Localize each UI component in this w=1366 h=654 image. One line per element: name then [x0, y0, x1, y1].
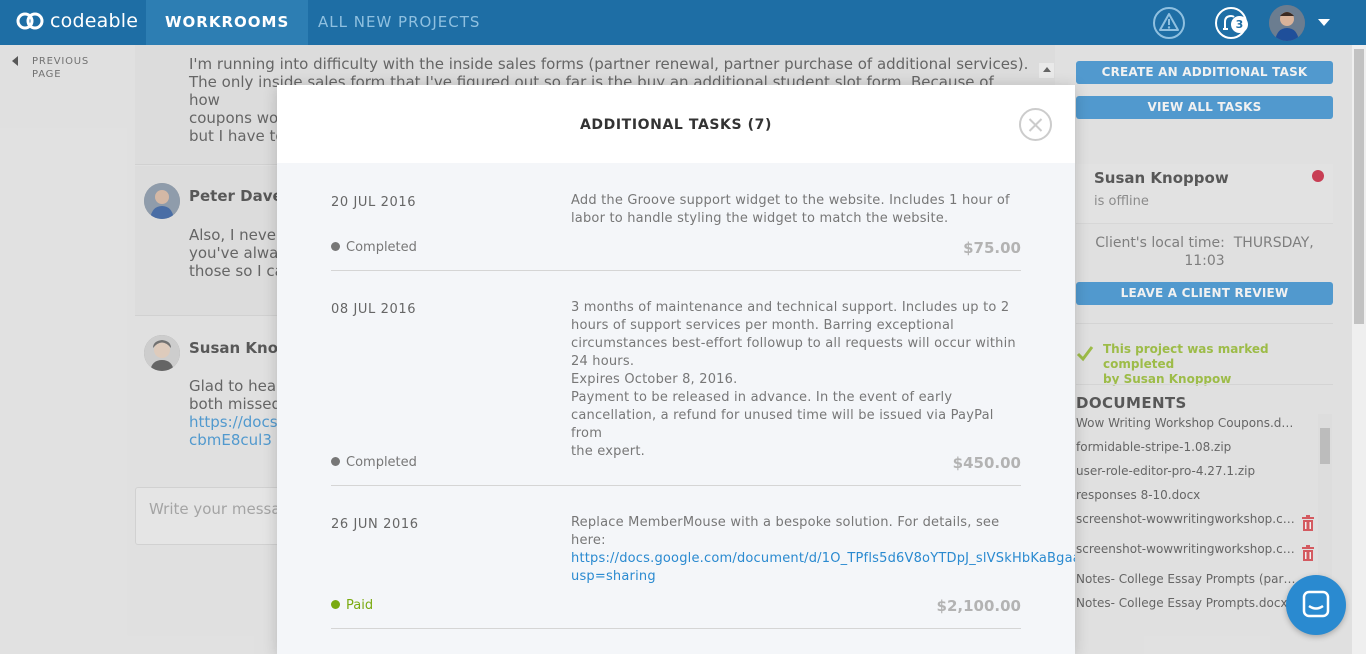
user-menu-chevron-down-icon[interactable] [1318, 19, 1330, 26]
task-description-line: Payment to be released in advance. In th… [571, 390, 953, 405]
modal-title: ADDITIONAL TASKS (7) [579, 117, 773, 133]
task-description-line: cancellation, a refund for unused time w… [571, 408, 994, 441]
notifications-button[interactable]: 3 [1214, 6, 1250, 40]
user-avatar-image [1269, 5, 1305, 41]
tab-workrooms[interactable]: WORKROOMS [146, 0, 309, 45]
task-description-line: Add the Groove support widget to the web… [571, 193, 1010, 208]
task-separator [331, 270, 1021, 271]
task-description-line: circumstances best-effort followup to al… [571, 336, 1016, 351]
chat-icon [1302, 590, 1330, 618]
task-status-label: Paid [346, 598, 374, 613]
modal-header: ADDITIONAL TASKS (7) [277, 85, 1075, 163]
task-price: $450.00 [952, 454, 1021, 472]
task-description-line: here: [571, 533, 606, 548]
task-description-line: 24 hours. [571, 354, 635, 369]
task-date: 08 JUL 2016 [331, 302, 417, 317]
codeable-logo[interactable]: codeable [16, 10, 138, 32]
alert-button[interactable] [1152, 7, 1186, 39]
additional-tasks-modal: ADDITIONAL TASKS (7) 20 JUL 2016 Add the… [277, 85, 1075, 654]
page-scroll-thumb[interactable] [1354, 49, 1364, 324]
codeable-logo-icon [16, 12, 44, 30]
warning-icon [1153, 7, 1185, 39]
page-scrollbar[interactable] [1352, 45, 1366, 654]
task-description: 3 months of maintenance and technical su… [571, 299, 1021, 461]
task-link[interactable]: https://docs.google.com/document/d/1O_TP… [571, 551, 1075, 566]
task-description: Add the Groove support widget to the web… [571, 192, 1021, 228]
support-chat-button[interactable] [1286, 575, 1346, 635]
close-icon[interactable] [1019, 108, 1052, 141]
task-description-line: hours of support services per month. Bar… [571, 318, 954, 333]
notification-count-badge: 3 [1231, 16, 1248, 33]
task-description-line: 3 months of maintenance and technical su… [571, 300, 1010, 315]
task-status: Paid [331, 598, 373, 613]
status-dot [331, 600, 340, 609]
task-description-line: Replace MemberMouse with a bespoke solut… [571, 515, 1000, 530]
user-avatar[interactable] [1269, 5, 1305, 41]
task-description-line: Expires October 8, 2016. [571, 372, 738, 387]
task-status-label: Completed [346, 240, 417, 255]
top-navigation-bar: codeable WORKROOMS ALL NEW PROJECTS 3 [0, 0, 1366, 45]
task-description-line: labor to handle styling the widget to ma… [571, 211, 949, 226]
task-link[interactable]: usp=sharing [571, 569, 656, 584]
task-status: Completed [331, 455, 417, 470]
task-separator [331, 485, 1021, 486]
status-dot [331, 457, 340, 466]
tab-all-new-projects[interactable]: ALL NEW PROJECTS [299, 0, 499, 45]
task-price: $75.00 [963, 239, 1021, 257]
status-dot [331, 242, 340, 251]
task-date: 20 JUL 2016 [331, 195, 417, 210]
task-description: Replace MemberMouse with a bespoke solut… [571, 514, 1075, 586]
task-status-label: Completed [346, 455, 417, 470]
task-price: $2,100.00 [936, 597, 1021, 615]
task-separator [331, 628, 1021, 629]
brand-name: codeable [50, 10, 139, 32]
task-date: 26 JUN 2016 [331, 517, 419, 532]
task-status: Completed [331, 240, 417, 255]
